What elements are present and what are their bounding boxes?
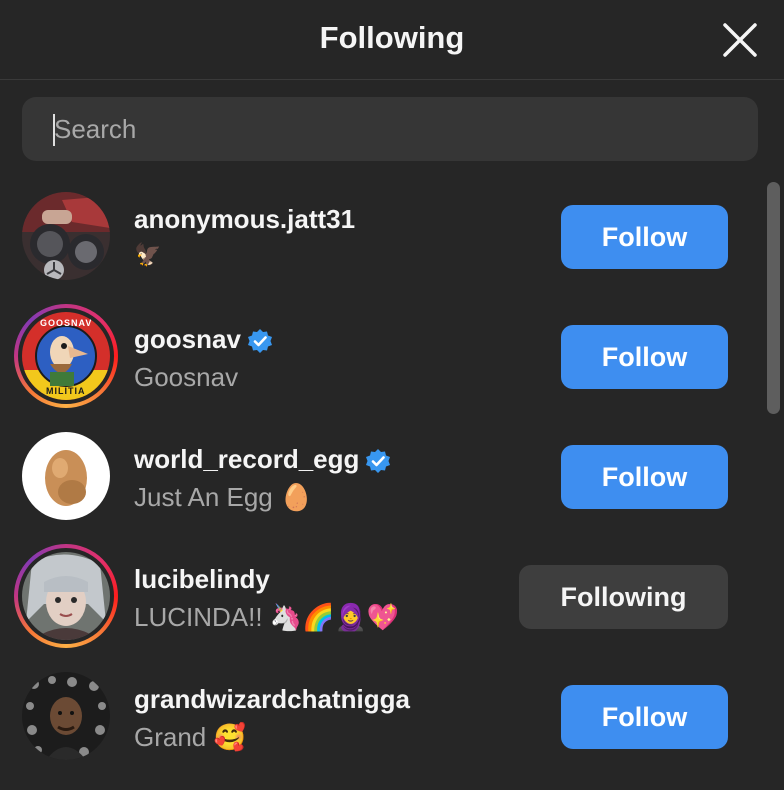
list-item: grandwizardchatnigga Grand 🥰 Follow <box>0 662 760 772</box>
full-name: Goosnav <box>134 362 239 392</box>
username[interactable]: lucibelindy <box>134 564 270 595</box>
list-item: GOOSNAV MILITIA goosnav Goosnav Follow <box>0 302 760 412</box>
full-name: LUCINDA!! 🦄🌈🧕💖 <box>134 602 400 632</box>
search-box[interactable] <box>22 97 758 161</box>
dialog-title: Following <box>319 20 465 55</box>
list-item: anonymous.jatt31 🦅 Follow <box>0 182 760 292</box>
follow-button[interactable]: Follow <box>561 445 728 509</box>
avatar[interactable] <box>22 432 110 520</box>
avatar[interactable]: GOOSNAV MILITIA <box>22 312 110 400</box>
username[interactable]: world_record_egg <box>134 444 391 475</box>
follow-button[interactable]: Follow <box>561 685 728 749</box>
username[interactable]: anonymous.jatt31 <box>134 204 355 235</box>
username[interactable]: grandwizardchatnigga <box>134 684 410 715</box>
full-name: Grand 🥰 <box>134 722 246 752</box>
following-button[interactable]: Following <box>519 565 728 629</box>
text-caret <box>53 114 55 146</box>
list-item: world_record_egg Just An Egg 🥚 Follow <box>0 422 760 532</box>
username-text[interactable]: world_record_egg <box>134 444 359 474</box>
avatar[interactable] <box>22 552 110 640</box>
verified-badge-icon <box>247 329 272 354</box>
close-button[interactable] <box>720 20 760 60</box>
username-text[interactable]: goosnav <box>134 324 241 354</box>
scrollbar-thumb[interactable] <box>767 182 780 414</box>
search-input[interactable] <box>54 97 734 161</box>
avatar[interactable] <box>22 192 110 280</box>
list-item: lucibelindy LUCINDA!! 🦄🌈🧕💖 Following <box>0 542 760 652</box>
avatar-lettering: MILITIA <box>46 386 86 396</box>
username[interactable]: goosnav <box>134 324 273 355</box>
dialog-header: Following <box>0 0 784 80</box>
follow-button[interactable]: Follow <box>561 205 728 269</box>
follow-button[interactable]: Follow <box>561 325 728 389</box>
verified-badge-icon <box>366 449 391 474</box>
close-icon[interactable] <box>720 20 760 60</box>
full-name: 🦅 <box>134 242 162 267</box>
full-name: Just An Egg 🥚 <box>134 482 313 512</box>
avatar-lettering: GOOSNAV <box>40 318 93 328</box>
avatar[interactable] <box>22 672 110 760</box>
